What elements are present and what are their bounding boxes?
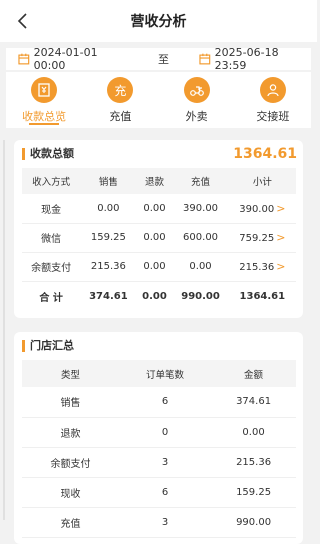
store-summary-table: 类型 订单笔数 金额 销售 6 374.61 退款 0 0.00 余额支付 3 … xyxy=(22,360,296,538)
recharge-icon: 充 xyxy=(107,77,134,103)
column-header: 销售 xyxy=(80,168,137,194)
subtotal-value: 759.25 xyxy=(239,233,275,244)
sum-refund: 0.00 xyxy=(142,291,167,303)
tab-bar: 收款总览 充 充值 外卖 交接班 xyxy=(6,72,311,128)
start-date[interactable]: 2024-01-01 00:00 xyxy=(18,46,130,72)
table-row: 现收 6 159.25 xyxy=(22,477,296,508)
store-summary-card: 门店汇总 类型 订单笔数 金额 销售 6 374.61 退款 0 0.00 余额… xyxy=(14,332,303,544)
table-row: 销售 6 374.61 xyxy=(22,387,296,418)
amount-cell: 159.25 xyxy=(211,477,296,508)
sum-label: 合 计 xyxy=(39,293,63,305)
subtotal-cell: 390.00 > xyxy=(228,194,296,224)
tab-label: 外卖 xyxy=(185,110,208,123)
count-cell: 3 xyxy=(118,447,212,478)
delivery-icon xyxy=(183,77,210,103)
sales-cell: 215.36 xyxy=(80,252,137,282)
handover-icon xyxy=(259,77,286,103)
type-cell: 现收 xyxy=(22,477,119,508)
count-cell: 6 xyxy=(118,387,212,418)
recharge-cell: 390.00 xyxy=(172,194,229,224)
column-header: 订单笔数 xyxy=(118,360,212,387)
calendar-icon xyxy=(199,53,211,65)
table-header: 收入方式 销售 退款 充值 小计 xyxy=(22,168,296,194)
table-row[interactable]: 余额支付 215.36 0.00 0.00 215.36 > xyxy=(22,252,296,282)
refund-cell: 0.00 xyxy=(136,252,173,282)
total-row: 合 计 374.61 0.00 990.00 1364.61 xyxy=(22,281,296,312)
chevron-right-icon[interactable]: > xyxy=(276,231,285,244)
recharge-cell: 600.00 xyxy=(172,223,229,253)
type-cell: 退款 xyxy=(22,417,119,448)
subtotal-cell: 215.36 > xyxy=(228,252,296,282)
type-cell: 充值 xyxy=(22,507,119,538)
sum-sales: 374.61 xyxy=(89,291,128,303)
chevron-right-icon[interactable]: > xyxy=(276,260,285,273)
date-separator: 至 xyxy=(158,53,169,66)
table-row: 余额支付 3 215.36 xyxy=(22,447,296,478)
page-title: 营收分析 xyxy=(130,14,187,30)
recharge-cell: 0.00 xyxy=(172,252,229,282)
column-header: 充值 xyxy=(172,168,229,194)
end-date-text: 2025-06-18 23:59 xyxy=(214,46,279,72)
tab-label: 交接班 xyxy=(256,110,290,123)
table-row: 充值 3 990.00 xyxy=(22,507,296,538)
chevron-right-icon[interactable]: > xyxy=(276,202,285,215)
tab-recharge[interactable]: 充 充值 xyxy=(82,72,158,128)
sum-subtotal: 1364.61 xyxy=(239,291,286,303)
table-row[interactable]: 微信 159.25 0.00 600.00 759.25 > xyxy=(22,223,296,253)
calendar-icon xyxy=(18,53,30,65)
method-cell: 现金 xyxy=(22,194,81,224)
section-title: 门店汇总 xyxy=(22,340,74,352)
count-cell: 0 xyxy=(118,417,212,448)
receipt-total-card: 收款总额 1364.61 收入方式 销售 退款 充值 小计 现金 0.00 0.… xyxy=(14,140,303,318)
column-header: 金额 xyxy=(211,360,296,387)
refund-cell: 0.00 xyxy=(136,223,173,253)
amount-cell: 374.61 xyxy=(211,387,296,418)
type-cell: 余额支付 xyxy=(22,447,119,478)
sales-cell: 0.00 xyxy=(80,194,137,224)
method-cell: 余额支付 xyxy=(22,252,81,282)
section-title: 收款总额 xyxy=(22,148,74,160)
tab-label: 收款总览 xyxy=(22,110,67,123)
back-arrow-icon[interactable] xyxy=(14,11,32,31)
scrollbar[interactable] xyxy=(3,140,5,520)
amount-cell: 990.00 xyxy=(211,507,296,538)
sum-recharge: 990.00 xyxy=(181,291,220,303)
start-date-text: 2024-01-01 00:00 xyxy=(33,46,98,72)
subtotal-cell: 759.25 > xyxy=(228,223,296,253)
table-row[interactable]: 现金 0.00 0.00 390.00 390.00 > xyxy=(22,194,296,224)
end-date[interactable]: 2025-06-18 23:59 xyxy=(199,46,311,72)
column-header: 收入方式 xyxy=(22,168,81,194)
subtotal-value: 215.36 xyxy=(239,262,275,273)
payment-method-table: 收入方式 销售 退款 充值 小计 现金 0.00 0.00 390.00 390… xyxy=(22,168,296,312)
column-header: 退款 xyxy=(136,168,173,194)
table-header: 类型 订单笔数 金额 xyxy=(22,360,296,387)
column-header: 小计 xyxy=(228,168,296,194)
receipt-icon xyxy=(31,77,58,103)
date-range-bar[interactable]: 2024-01-01 00:00 至 2025-06-18 23:59 xyxy=(6,46,311,72)
amount-cell: 0.00 xyxy=(211,417,296,448)
tab-label: 充值 xyxy=(109,110,132,123)
table-row: 退款 0 0.00 xyxy=(22,417,296,448)
column-header: 类型 xyxy=(22,360,119,387)
type-cell: 销售 xyxy=(22,387,119,418)
tab-receipt-overview[interactable]: 收款总览 xyxy=(6,72,82,128)
tab-handover[interactable]: 交接班 xyxy=(235,72,311,128)
refund-cell: 0.00 xyxy=(136,194,173,224)
tab-delivery[interactable]: 外卖 xyxy=(159,72,235,128)
amount-cell: 215.36 xyxy=(211,447,296,478)
method-cell: 微信 xyxy=(22,223,81,253)
sales-cell: 159.25 xyxy=(80,223,137,253)
count-cell: 3 xyxy=(118,507,212,538)
count-cell: 6 xyxy=(118,477,212,508)
nav-bar: 营收分析 xyxy=(0,0,317,42)
subtotal-value: 390.00 xyxy=(239,203,275,215)
total-amount: 1364.61 xyxy=(233,146,297,162)
